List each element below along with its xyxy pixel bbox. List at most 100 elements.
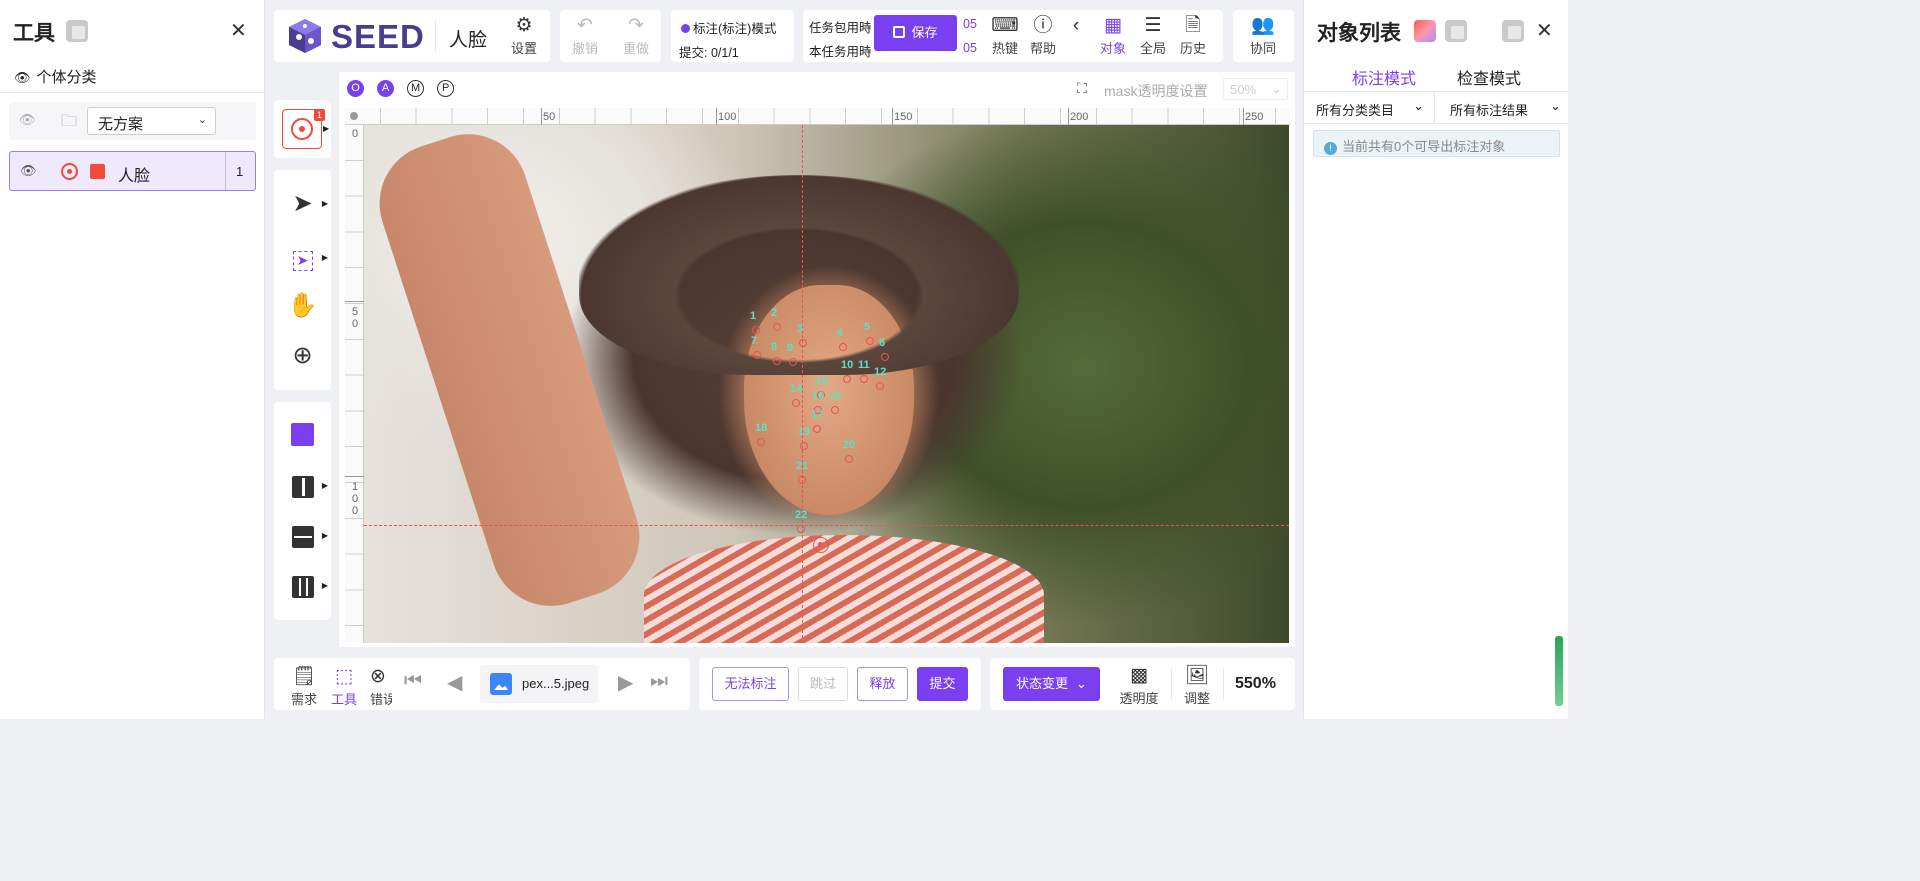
ruler-tick-label: 0	[352, 128, 359, 140]
landmark-point[interactable]	[876, 382, 884, 390]
mask-opacity-select[interactable]: 50% ⌄	[1223, 78, 1288, 100]
landmark-point[interactable]	[789, 358, 797, 366]
settings-button[interactable]: ⚙ 设置	[506, 14, 542, 57]
side-scrollbar[interactable]	[1555, 636, 1563, 706]
panel-toggle-icon[interactable]	[66, 20, 88, 42]
pan-tool[interactable]: ✋	[274, 286, 331, 326]
ruler-major-tick	[1068, 108, 1069, 125]
ruler-major-tick	[541, 108, 542, 125]
landmark-point[interactable]	[753, 351, 761, 359]
tab-requirements[interactable]: 🗒 需求	[287, 665, 321, 708]
square-view-icon[interactable]	[1445, 20, 1467, 42]
next-page-icon[interactable]: ▶	[618, 670, 633, 695]
scheme-select[interactable]: 无方案 ⌄	[87, 107, 216, 135]
mode-badge-p[interactable]: P	[437, 80, 455, 97]
vector-square-icon: ⬚	[335, 666, 353, 687]
mode-indicator[interactable]: 标注(标注)模式	[681, 18, 776, 37]
submit-progress: 提交: 0/1/1	[679, 46, 739, 60]
undo-button[interactable]: ↶ 撤销	[566, 14, 604, 57]
landmark-label: 14	[790, 383, 803, 395]
landmark-label: 3	[797, 323, 804, 335]
zoom-level[interactable]: 550%	[1235, 675, 1276, 693]
mode-badge-o[interactable]: O	[347, 80, 364, 97]
layout-split-tool[interactable]: ▶	[274, 466, 331, 506]
landmark-point[interactable]	[860, 375, 868, 383]
landmark-label: 17	[811, 409, 824, 421]
landmark-point[interactable]	[845, 455, 853, 463]
adjust-button[interactable]: 🖼 调整	[1179, 664, 1215, 707]
landmark-label: 6	[879, 337, 886, 349]
mode-badge-a[interactable]: A	[377, 80, 395, 97]
tab-tools[interactable]: ⬚ 工具	[327, 665, 361, 708]
canvas-image[interactable]: 1 2 3 4 5 6 7 8 9 10 11 12 13 14 15 16 17 18 19 20 21 22	[364, 125, 1289, 643]
object-button[interactable]: ▦ 对象	[1095, 14, 1131, 57]
landmark-point[interactable]	[797, 525, 805, 533]
landmark-point[interactable]	[813, 425, 821, 433]
cannot-annotate-button[interactable]: 无法标注	[712, 667, 789, 701]
checkerboard-icon: ▩	[1130, 665, 1148, 686]
annotate-view-icon[interactable]	[1414, 20, 1436, 42]
layout-grid-tool[interactable]: ▶	[274, 516, 331, 556]
hotkey-button[interactable]: ⌨ 热键	[987, 14, 1023, 57]
collapse-button[interactable]: ‹	[1069, 14, 1083, 38]
individual-class-header[interactable]: 👁 个体分类	[14, 66, 97, 87]
layout-table-tool[interactable]: ▶	[274, 566, 331, 606]
landmark-point[interactable]	[800, 442, 808, 450]
help-button[interactable]: ⓘ 帮助	[1025, 14, 1061, 57]
class-filter-select[interactable]: 所有分类类目 ⌄	[1304, 92, 1435, 124]
landmark-layer[interactable]: 1 2 3 4 5 6 7 8 9 10 11 12 13 14 15 16 17 18 19 20 21 22	[364, 125, 1289, 643]
zoom-tool[interactable]: ⊕	[274, 336, 331, 376]
landmark-point[interactable]	[773, 323, 781, 331]
collab-button[interactable]: 👥 协同	[1245, 14, 1281, 57]
close-icon[interactable]: ✕	[1536, 18, 1553, 43]
divider	[1171, 668, 1172, 700]
landmark-point[interactable]	[752, 326, 760, 334]
video-view-icon[interactable]	[1501, 20, 1524, 42]
multi-select-tool[interactable]: ➤ ▶	[274, 238, 331, 278]
collab-label: 协同	[1249, 41, 1276, 56]
expand-caret-icon[interactable]: ▶	[323, 124, 329, 133]
close-icon[interactable]: ✕	[230, 18, 247, 43]
mode-label: 标注(标注)模式	[693, 22, 777, 36]
landmark-point[interactable]	[773, 357, 781, 365]
landmark-point[interactable]	[798, 476, 806, 484]
tab-annotate-mode[interactable]: 标注模式	[1352, 65, 1416, 89]
landmark-label: 20	[843, 439, 856, 451]
tab-check-mode[interactable]: 检查模式	[1457, 65, 1521, 89]
landmark-label: 4	[837, 327, 844, 339]
skip-button[interactable]: 跳过	[798, 667, 848, 701]
file-chip[interactable]: pex...5.jpeg	[480, 665, 598, 703]
history-button[interactable]: 🗎 历史	[1175, 14, 1211, 57]
landmark-point[interactable]	[866, 337, 874, 345]
prev-page-icon[interactable]: ◀	[447, 670, 462, 695]
landmark-point[interactable]	[792, 399, 800, 407]
last-page-icon[interactable]: ⏭	[650, 670, 668, 693]
result-filter-select[interactable]: 所有标注结果 ⌄	[1436, 92, 1569, 124]
eye-icon: 👁	[14, 70, 31, 85]
select-tool[interactable]: ➤ ▶	[274, 184, 331, 224]
global-button[interactable]: ☰ 全局	[1135, 14, 1171, 57]
landmark-point[interactable]	[757, 438, 765, 446]
class-item-face[interactable]: 👁 人脸 1	[9, 151, 256, 191]
landmark-point[interactable]	[831, 406, 839, 414]
eye-icon[interactable]: 👁	[19, 112, 36, 128]
redo-button[interactable]: ↷ 重做	[617, 14, 655, 57]
point-tool-button[interactable]: 1	[282, 109, 325, 149]
tab-errors[interactable]: ⊗ 错误	[370, 665, 392, 708]
eye-icon[interactable]: 👁	[20, 163, 37, 179]
first-page-icon[interactable]: ⏮	[404, 670, 422, 693]
ruler-major-tick	[345, 476, 364, 477]
submit-button[interactable]: 提交	[917, 667, 968, 701]
landmark-point[interactable]	[799, 339, 807, 347]
landmark-label: 10	[841, 359, 854, 371]
opacity-button[interactable]: ▩ 透明度	[1116, 664, 1162, 707]
status-change-button[interactable]: 状态变更 ⌄	[1003, 667, 1100, 701]
landmark-point[interactable]	[839, 343, 847, 351]
save-button[interactable]: 保存	[874, 15, 957, 51]
color-swatch-tool[interactable]	[274, 414, 331, 454]
mode-badge-m[interactable]: M	[407, 80, 425, 97]
release-button[interactable]: 释放	[857, 667, 908, 701]
mask-opacity-value: 50%	[1230, 82, 1257, 97]
landmark-point[interactable]	[843, 375, 851, 383]
landmark-point[interactable]	[881, 353, 889, 361]
